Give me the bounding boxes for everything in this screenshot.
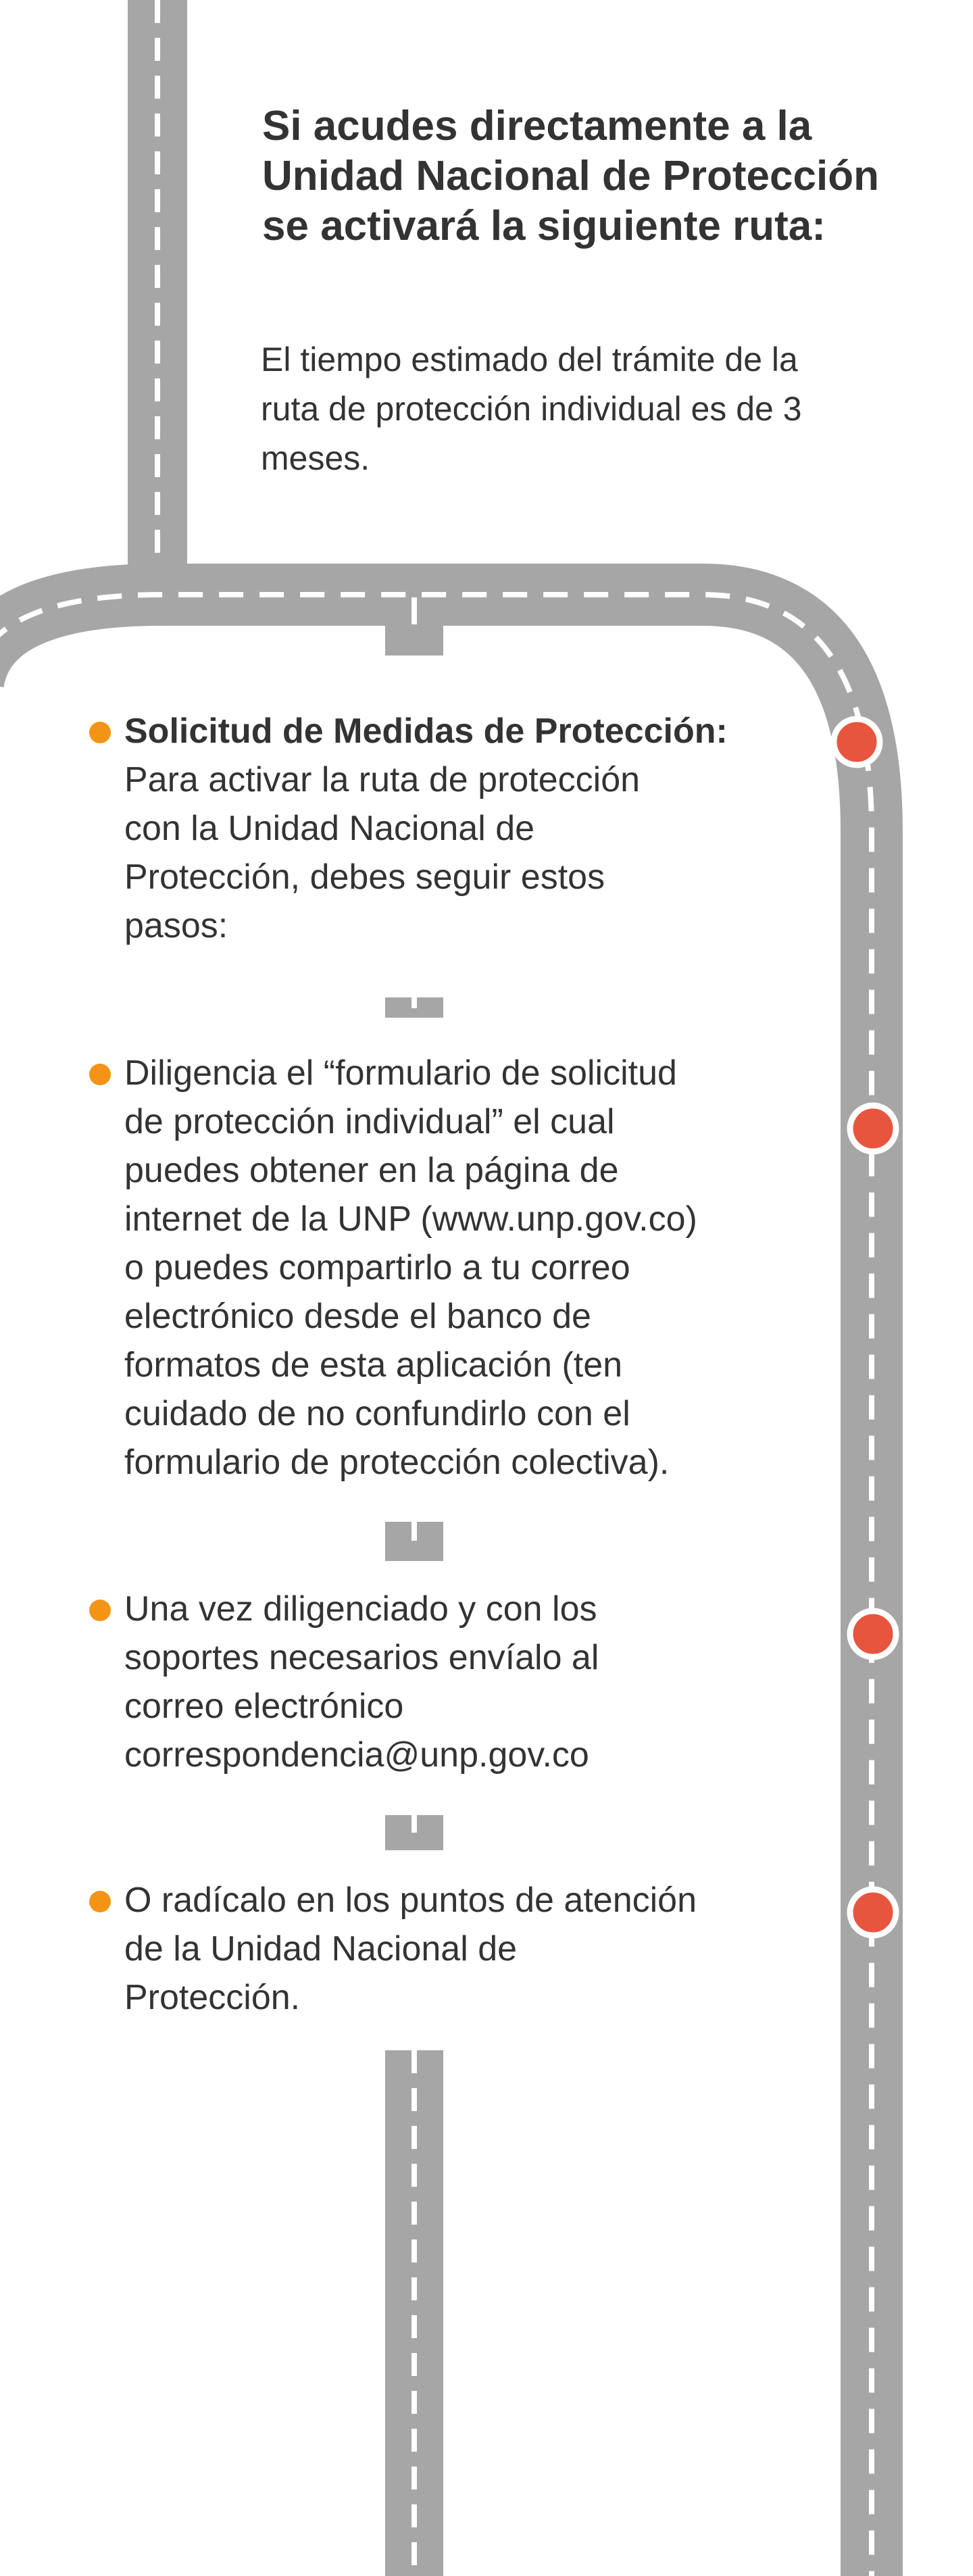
step-line: Protección, debes seguir estos xyxy=(124,858,605,897)
step-line: con la Unidad Nacional de xyxy=(124,809,535,848)
bullet-icon xyxy=(89,1064,111,1085)
step-title: Solicitud de Medidas de Protección: xyxy=(124,712,728,751)
step-file-in-person: O radícalo en los puntos de atención de … xyxy=(89,1876,773,2022)
road-bottom-vertical xyxy=(385,2050,443,2576)
title-line-1: Si acudes directamente a la xyxy=(262,103,812,149)
bullet-icon xyxy=(89,1891,111,1912)
step-line: formatos de esta aplicación (ten xyxy=(124,1345,623,1385)
subtitle-line-1: El tiempo estimado del trámite de la xyxy=(261,341,798,378)
road-stub-2 xyxy=(385,997,443,1018)
step-line: de la Unidad Nacional de xyxy=(124,1929,518,1968)
bullet-icon xyxy=(89,722,111,743)
route-marker-4 xyxy=(847,1886,899,1939)
step-line: Una vez diligenciado y con los xyxy=(124,1589,597,1629)
step-line: internet de la UNP (www.unp.gov.co) xyxy=(124,1199,697,1239)
step-line: correo electrónico xyxy=(124,1687,404,1726)
page-title: Si acudes directamente a la Unidad Nacio… xyxy=(262,101,938,251)
bullet-icon xyxy=(89,1600,111,1621)
title-line-2: Unidad Nacional de Protección xyxy=(262,153,879,199)
step-request-measures: Solicitud de Medidas de Protección: Para… xyxy=(89,707,773,950)
step-line: Protección. xyxy=(124,1978,301,2017)
step-line: O radícalo en los puntos de atención xyxy=(124,1881,697,1920)
step-line: o puedes compartirlo a tu correo xyxy=(124,1248,630,1287)
road-stub-4 xyxy=(385,1815,443,1850)
step-line: pasos: xyxy=(124,906,228,945)
route-marker-3 xyxy=(847,1608,899,1660)
step-line: puedes obtener en la página de xyxy=(124,1151,619,1190)
step-line: Diligencia el “formulario de solicitud xyxy=(124,1054,677,1093)
email-address: correspondencia@unp.gov.co xyxy=(124,1735,589,1775)
subtitle-line-3: meses. xyxy=(261,439,370,477)
step-line: cuidado de no confundirlo con el xyxy=(124,1394,630,1433)
route-marker-2 xyxy=(847,1102,899,1155)
step-line: formulario de protección colectiva). xyxy=(124,1443,670,1482)
step-fill-form: Diligencia el “formulario de solicitud d… xyxy=(89,1049,773,1487)
estimated-time-text: El tiempo estimado del trámite de la rut… xyxy=(261,335,896,483)
title-line-3: se activará la siguiente ruta: xyxy=(262,203,826,249)
subtitle-line-2: ruta de protección individual es de 3 xyxy=(261,390,802,428)
route-marker-1 xyxy=(830,716,883,768)
step-line: soportes necesarios envíalo al xyxy=(124,1638,599,1677)
step-send-email: Una vez diligenciado y con los soportes … xyxy=(89,1585,773,1779)
step-line: Para activar la ruta de protección xyxy=(124,760,641,799)
step-line: electrónico desde el banco de xyxy=(124,1297,591,1336)
step-line: de protección individual” el cual xyxy=(124,1102,615,1141)
road-stub-1 xyxy=(385,597,443,655)
road-stub-3 xyxy=(385,1522,443,1561)
